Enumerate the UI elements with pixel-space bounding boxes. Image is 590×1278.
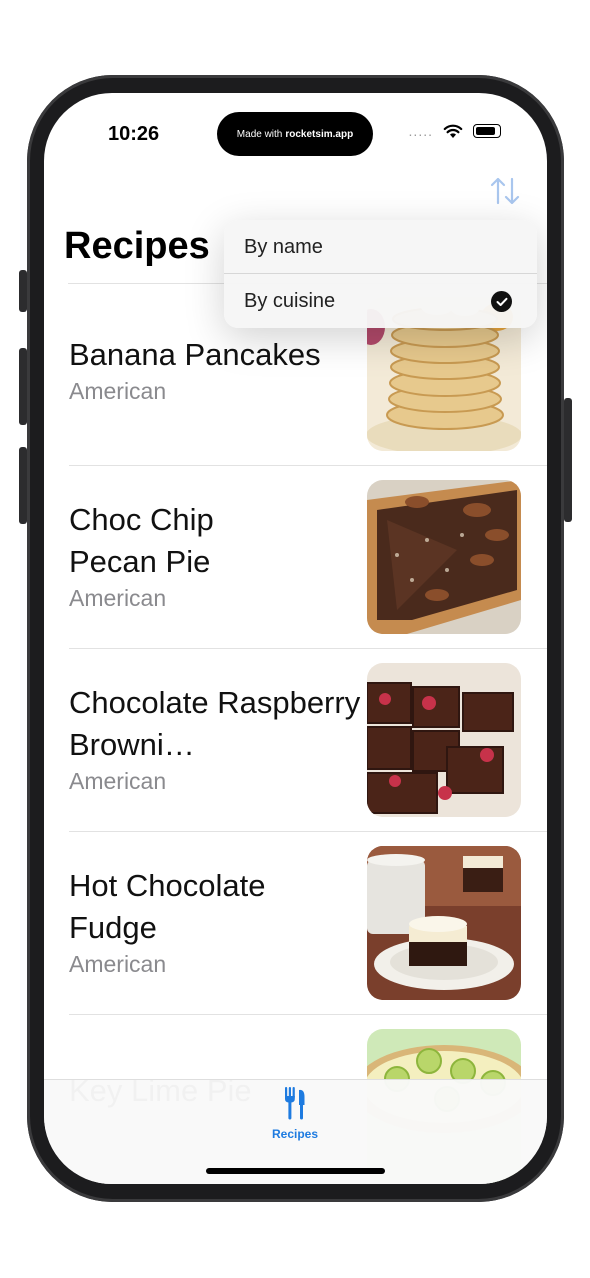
- silent-switch: [19, 270, 27, 312]
- screen: 10:26 Made with rocketsim.app ..... Reci…: [44, 93, 547, 1184]
- brownies-photo: [367, 663, 521, 817]
- sort-menu: By name By cuisine: [224, 220, 537, 328]
- sort-by-cuisine-option[interactable]: By cuisine: [224, 274, 537, 328]
- recipe-cuisine: American: [69, 378, 167, 404]
- sort-by-name-option[interactable]: By name: [224, 220, 537, 274]
- recipe-row[interactable]: Choc Chip Pecan Pie American: [69, 466, 547, 649]
- recipe-row[interactable]: Hot Chocolate Fudge American: [69, 832, 547, 1015]
- pecan-pie-photo: [367, 480, 521, 634]
- recipe-list: Banana Pancakes American Choc Chip Pecan…: [44, 283, 547, 1184]
- sort-option-label: By cuisine: [244, 289, 336, 312]
- page-title: Recipes: [64, 225, 210, 267]
- recipe-cuisine: American: [69, 951, 167, 977]
- recipe-name: Choc Chip Pecan Pie: [69, 502, 214, 579]
- recipe-name: Banana Pancakes: [69, 337, 321, 372]
- fork-knife-icon: [285, 1087, 305, 1120]
- island-brand: rocketsim.app: [285, 128, 354, 140]
- tab-label: Recipes: [271, 1127, 319, 1141]
- status-indicators: .....: [409, 123, 501, 139]
- wifi-icon: [443, 124, 463, 138]
- dynamic-island: Made with rocketsim.app: [217, 112, 373, 156]
- status-time: 10:26: [108, 123, 160, 145]
- signal-dots-icon: .....: [408, 123, 433, 139]
- recipe-cuisine: American: [69, 768, 167, 794]
- sort-button[interactable]: [487, 173, 523, 209]
- fudge-photo: [367, 846, 521, 1000]
- arrow-up-down-icon: [490, 177, 520, 205]
- checkmark-icon: [491, 291, 512, 312]
- recipe-name: Chocolate Raspberry Browni…: [69, 685, 361, 762]
- tab-recipes[interactable]: Recipes: [255, 1086, 335, 1141]
- recipe-row[interactable]: Chocolate Raspberry Browni… American: [69, 649, 547, 832]
- battery-icon: [473, 124, 501, 138]
- recipe-cuisine: American: [69, 585, 167, 611]
- tab-bar: Recipes: [44, 1079, 547, 1184]
- home-indicator: [206, 1168, 385, 1174]
- sort-option-label: By name: [244, 235, 323, 258]
- island-prefix: Made with: [236, 128, 283, 140]
- volume-down-button: [19, 447, 27, 524]
- power-button: [564, 398, 572, 522]
- volume-up-button: [19, 348, 27, 425]
- recipe-name: Hot Chocolate Fudge: [69, 868, 266, 945]
